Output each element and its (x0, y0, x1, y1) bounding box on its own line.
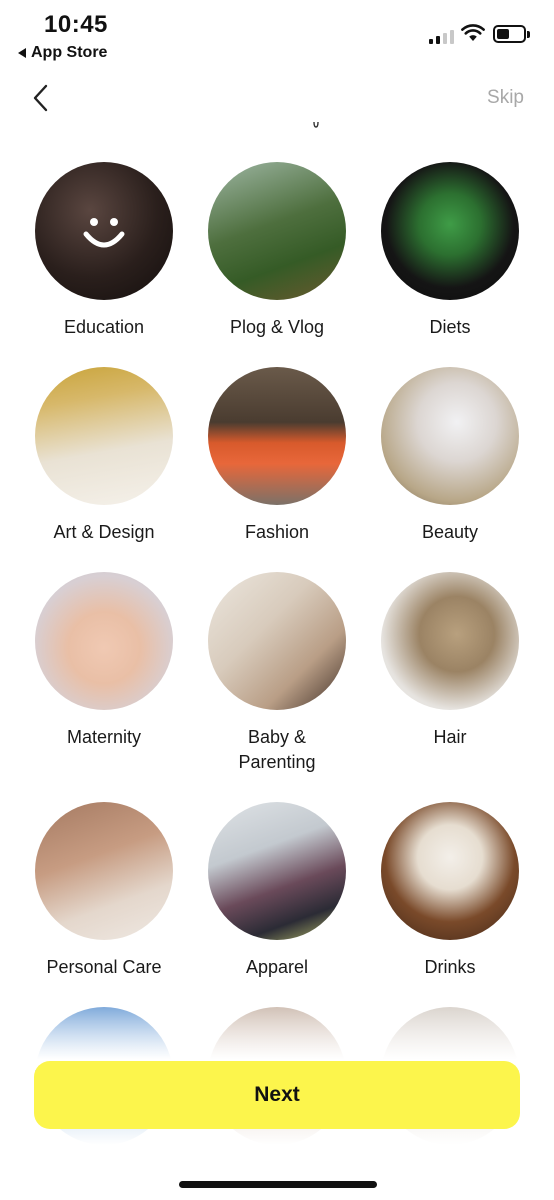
category-apparel[interactable]: Apparel (189, 802, 365, 980)
status-time: 10:45 (44, 11, 108, 38)
category-image (381, 572, 519, 710)
category-label: Fashion (244, 522, 310, 542)
category-baby-parenting[interactable]: Baby & Parenting (189, 572, 365, 775)
category-label: Maternity (66, 727, 142, 747)
category-label: Beauty (421, 522, 479, 542)
back-app-label: App Store (31, 44, 108, 61)
next-button[interactable]: Next (34, 1061, 520, 1129)
home-indicator (179, 1181, 377, 1188)
cellular-signal-icon (429, 28, 454, 44)
category-maternity[interactable]: Maternity (16, 572, 192, 750)
category-image (208, 572, 346, 710)
clipped-title-fragment (313, 122, 319, 128)
category-image (381, 367, 519, 505)
skip-button[interactable]: Skip (487, 87, 524, 109)
category-label: Hair (433, 727, 467, 747)
category-image (381, 162, 519, 300)
category-image (35, 162, 173, 300)
category-plog-vlog[interactable]: Plog & Vlog (189, 162, 365, 340)
battery-icon (493, 25, 530, 43)
back-to-app-store[interactable]: App Store (18, 44, 107, 62)
smile-icon (83, 218, 125, 248)
wifi-icon (461, 24, 485, 41)
category-label: Drinks (424, 957, 476, 977)
category-drinks[interactable]: Drinks (362, 802, 538, 980)
category-label: Plog & Vlog (229, 317, 325, 337)
back-triangle-icon (18, 48, 26, 58)
category-image (35, 802, 173, 940)
category-image (208, 367, 346, 505)
category-label: Personal Care (46, 957, 162, 977)
category-label: Art & Design (53, 522, 155, 542)
back-chevron-icon[interactable] (28, 82, 56, 114)
category-personal-care[interactable]: Personal Care (16, 802, 192, 980)
category-image (35, 367, 173, 505)
category-fashion[interactable]: Fashion (189, 367, 365, 545)
category-education[interactable]: Education (16, 162, 192, 340)
category-image (381, 802, 519, 940)
category-label: Apparel (245, 957, 309, 977)
category-image (208, 162, 346, 300)
category-label: Baby & Parenting (238, 727, 316, 772)
category-diets[interactable]: Diets (362, 162, 538, 340)
category-image (35, 572, 173, 710)
status-bar: 10:45 App Store (0, 0, 554, 70)
category-image (208, 802, 346, 940)
category-hair[interactable]: Hair (362, 572, 538, 750)
category-label: Education (63, 317, 145, 337)
category-beauty[interactable]: Beauty (362, 367, 538, 545)
category-art-design[interactable]: Art & Design (16, 367, 192, 545)
category-label: Diets (429, 317, 471, 337)
